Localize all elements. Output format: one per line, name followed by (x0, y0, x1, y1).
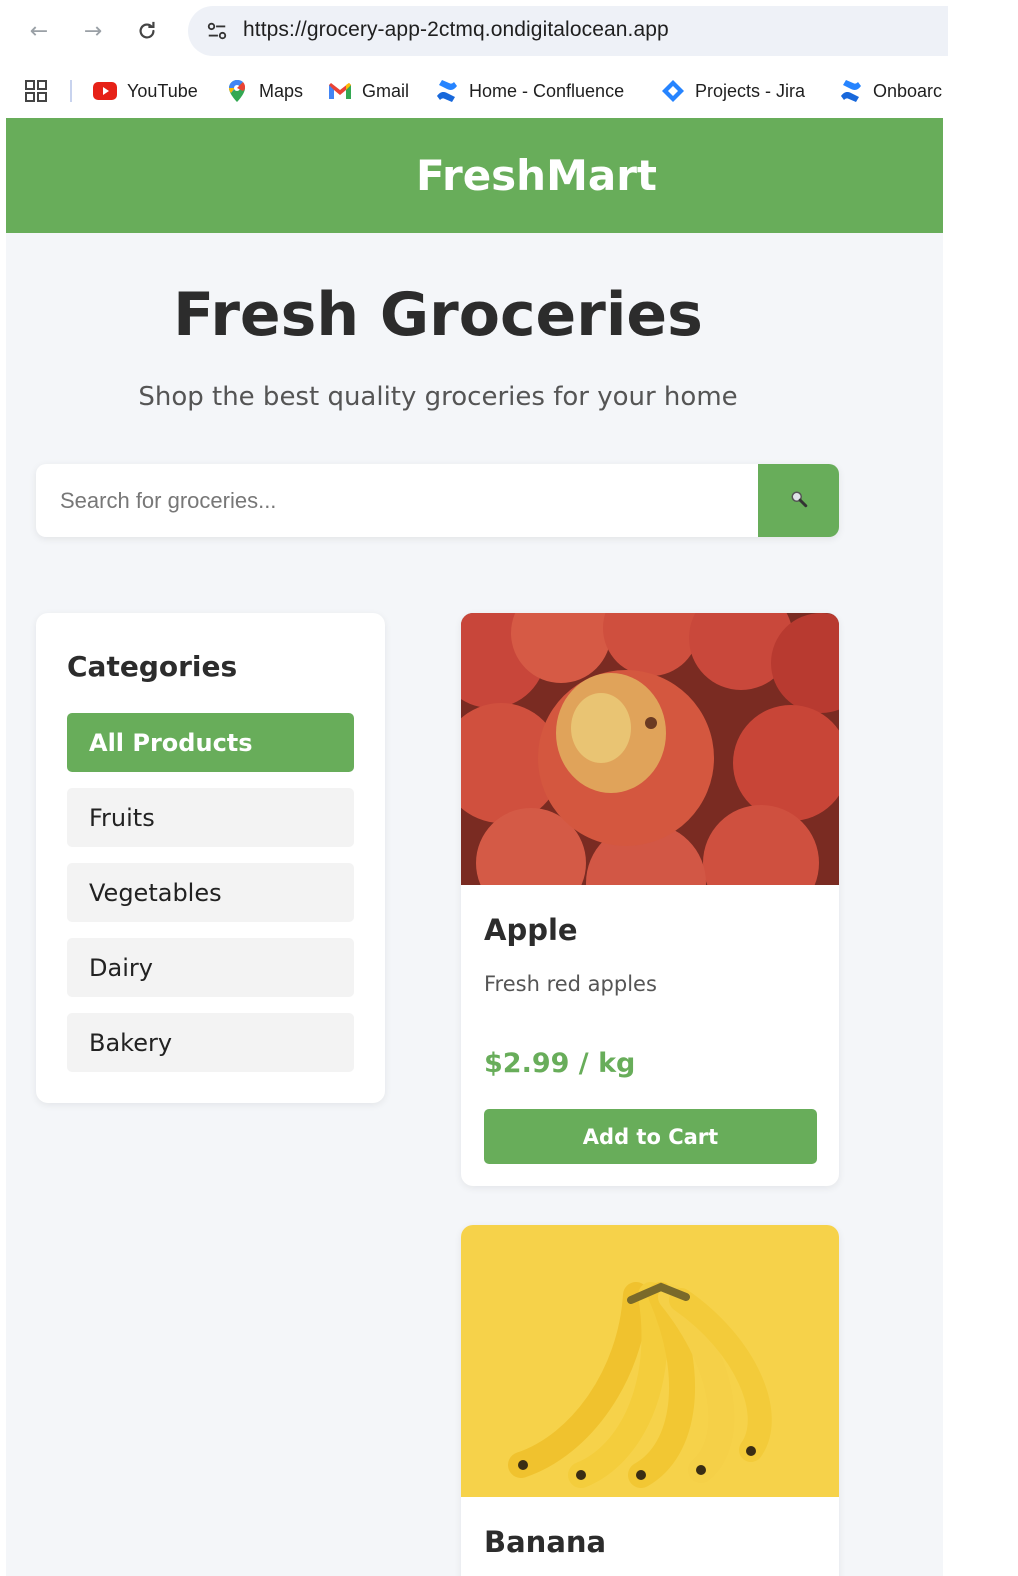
app-header: FreshMart (6, 118, 943, 233)
bookmark-youtube[interactable]: YouTube (93, 77, 198, 105)
bookmark-label: Maps (259, 80, 304, 101)
apps-grid-icon[interactable] (24, 79, 48, 103)
site-info-icon[interactable] (202, 16, 232, 46)
search-bar (36, 464, 839, 537)
bookmark-maps[interactable]: Maps (225, 77, 303, 105)
bookmark-label: Home - Confluence (469, 80, 625, 101)
product-name: Banana (484, 1525, 607, 1559)
address-bar[interactable]: https://grocery-app-2ctmq.ondigitalocean… (188, 6, 948, 56)
confluence-icon (435, 79, 459, 103)
product-card-banana: Banana (461, 1225, 839, 1576)
bookmark-label: Projects - Jira (695, 80, 806, 101)
magnifier-icon (790, 490, 808, 511)
gmail-icon (328, 79, 352, 103)
hero-title: Fresh Groceries (173, 280, 703, 350)
search-input[interactable] (36, 464, 758, 537)
page-viewport: FreshMart Fresh Groceries Shop the best … (6, 118, 943, 1576)
youtube-icon (93, 79, 117, 103)
bananas-photo[interactable] (461, 1225, 839, 1497)
add-to-cart-button[interactable]: Add to Cart (484, 1109, 817, 1164)
product-price: $2.99 / kg (484, 1048, 636, 1079)
bookmarks-divider (70, 80, 72, 102)
bookmark-onboarding[interactable]: Onboarc (839, 77, 942, 105)
jira-icon (661, 79, 685, 103)
app-logo[interactable]: FreshMart (416, 151, 657, 200)
category-dairy[interactable]: Dairy (67, 938, 354, 997)
category-bakery[interactable]: Bakery (67, 1013, 354, 1072)
bookmark-jira[interactable]: Projects - Jira (661, 77, 805, 105)
categories-panel: Categories All Products Fruits Vegetable… (36, 613, 385, 1103)
forward-arrow-icon[interactable]: → (76, 14, 110, 48)
bookmark-gmail[interactable]: Gmail (328, 77, 409, 105)
bookmark-label: YouTube (127, 80, 198, 101)
url-text[interactable]: https://grocery-app-2ctmq.ondigitalocean… (243, 18, 669, 42)
category-vegetables[interactable]: Vegetables (67, 863, 354, 922)
reload-icon[interactable] (130, 14, 164, 48)
apples-photo[interactable] (461, 613, 839, 885)
bookmark-label: Onboarc (873, 80, 943, 101)
maps-icon (225, 79, 249, 103)
browser-chrome: ← → https://grocery-app-2ctmq.ondigitalo… (0, 0, 948, 118)
category-all-products[interactable]: All Products (67, 713, 354, 772)
category-fruits[interactable]: Fruits (67, 788, 354, 847)
back-arrow-icon[interactable]: ← (22, 14, 56, 48)
product-description: Fresh red apples (484, 972, 657, 996)
bookmark-label: Gmail (362, 80, 410, 101)
search-button[interactable] (758, 464, 839, 537)
confluence-icon (839, 79, 863, 103)
categories-title: Categories (67, 650, 238, 683)
product-card-apple: Apple Fresh red apples $2.99 / kg Add to… (461, 613, 839, 1186)
bookmarks-bar: YouTube Maps Gmail Home - Confluence Pro… (0, 70, 943, 112)
bookmark-confluence[interactable]: Home - Confluence (435, 77, 624, 105)
hero-subtitle: Shop the best quality groceries for your… (138, 382, 738, 412)
product-name: Apple (484, 913, 578, 947)
